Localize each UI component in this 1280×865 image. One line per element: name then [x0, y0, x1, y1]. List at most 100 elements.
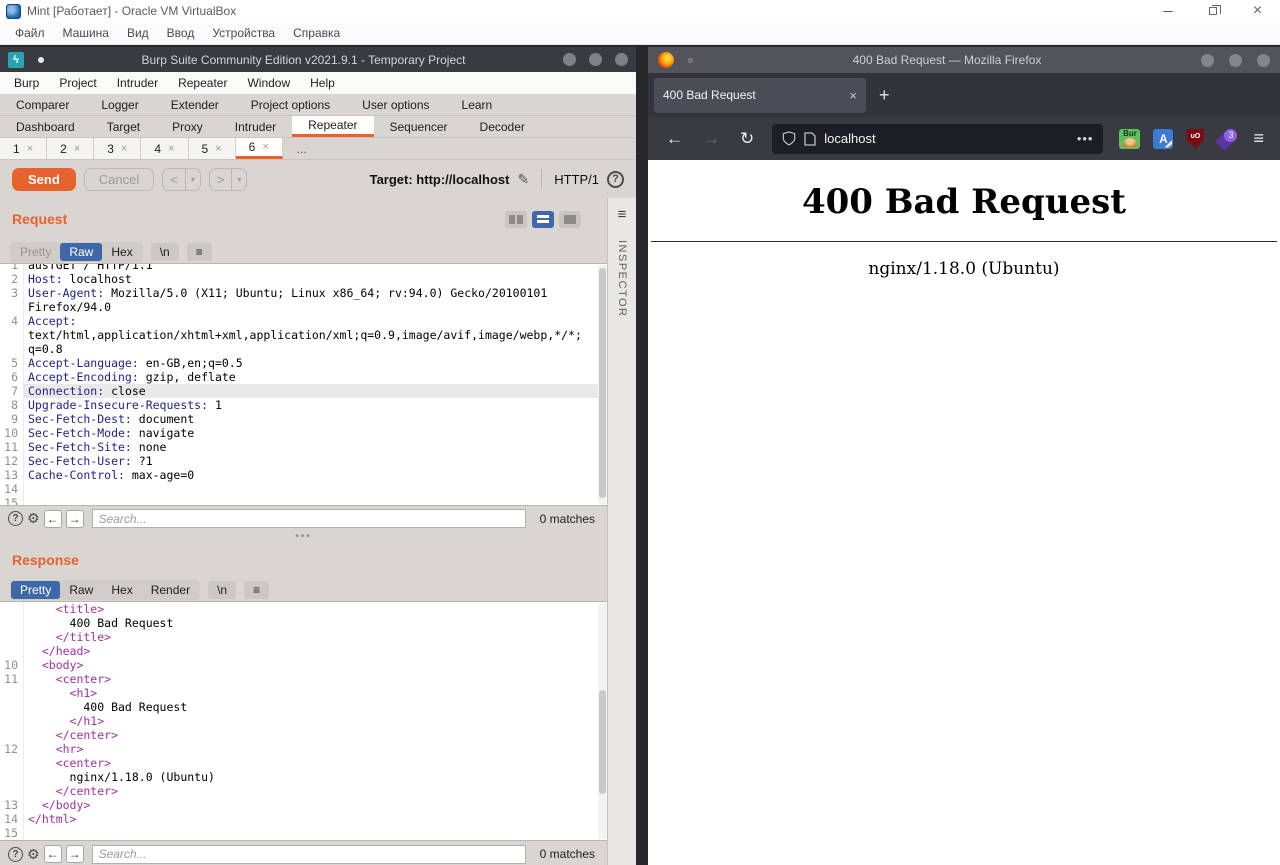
- request-editor[interactable]: 1ausTGET / HTTP/1.12Host: localhost3User…: [0, 263, 607, 506]
- tab-close-icon[interactable]: ×: [843, 88, 857, 103]
- tab-project-options[interactable]: Project options: [235, 94, 346, 115]
- tab-decoder[interactable]: Decoder: [464, 116, 541, 137]
- reload-button[interactable]: ↻: [730, 129, 764, 149]
- tab-close-icon[interactable]: ×: [27, 143, 33, 155]
- containers-extension-icon[interactable]: 3: [1217, 129, 1237, 149]
- tab-intruder[interactable]: Intruder: [219, 116, 292, 137]
- panel-splitter[interactable]: •••: [0, 532, 607, 542]
- gear-icon[interactable]: ⚙: [27, 846, 40, 863]
- tab-learn[interactable]: Learn: [446, 94, 509, 115]
- tab-sequencer[interactable]: Sequencer: [374, 116, 464, 137]
- response-editor[interactable]: <title> 400 Bad Request </title> </head>…: [0, 601, 607, 841]
- newline-toggle-button[interactable]: \n: [208, 581, 236, 599]
- view-tab-raw[interactable]: Raw: [60, 243, 102, 261]
- menu-item-вид[interactable]: Вид: [118, 23, 158, 43]
- minimize-button[interactable]: [1145, 0, 1190, 22]
- tab-logger[interactable]: Logger: [85, 94, 154, 115]
- browser-tab[interactable]: 400 Bad Request ×: [654, 78, 866, 113]
- search-next-button[interactable]: →: [66, 845, 84, 863]
- menu-item-burp[interactable]: Burp: [4, 73, 49, 93]
- url-bar[interactable]: localhost •••: [772, 124, 1103, 154]
- maximize-button[interactable]: [1229, 54, 1242, 67]
- tab-extender[interactable]: Extender: [155, 94, 235, 115]
- search-input[interactable]: [92, 845, 526, 864]
- tab-close-icon[interactable]: ×: [262, 141, 268, 153]
- help-icon[interactable]: ?: [8, 511, 23, 526]
- view-tab-pretty[interactable]: Pretty: [11, 581, 60, 599]
- inspector-sidebar[interactable]: ≡ INSPECTOR: [607, 198, 636, 865]
- layout-single-button[interactable]: [559, 211, 581, 228]
- translate-extension-icon[interactable]: A: [1153, 129, 1173, 149]
- tab-close-icon[interactable]: ×: [215, 143, 221, 155]
- view-tab-render[interactable]: Render: [142, 581, 199, 599]
- inspector-toggle-icon[interactable]: ≡: [618, 207, 627, 222]
- tab-target[interactable]: Target: [91, 116, 156, 137]
- menu-item-intruder[interactable]: Intruder: [107, 73, 168, 93]
- history-back-button[interactable]: < ▾: [162, 168, 201, 191]
- view-tab-hex[interactable]: Hex: [102, 243, 141, 261]
- layout-columns-button[interactable]: [505, 211, 527, 228]
- menu-item-help[interactable]: Help: [300, 73, 345, 93]
- repeater-tab-6[interactable]: 6×: [236, 138, 283, 159]
- history-forward-dropdown[interactable]: ▾: [231, 169, 246, 190]
- new-tab-button[interactable]: +: [866, 85, 903, 106]
- shield-icon[interactable]: [782, 131, 796, 146]
- menu-item-project[interactable]: Project: [49, 73, 106, 93]
- menu-item-файл[interactable]: Файл: [6, 23, 54, 43]
- editor-menu-icon[interactable]: ≡: [187, 243, 212, 261]
- repeater-tab-1[interactable]: 1×: [0, 138, 47, 159]
- repeater-tab-4[interactable]: 4×: [141, 138, 188, 159]
- ublock-extension-icon[interactable]: uO: [1186, 129, 1204, 149]
- view-tab-pretty[interactable]: Pretty: [11, 243, 60, 261]
- repeater-tab-5[interactable]: 5×: [189, 138, 236, 159]
- tab-close-icon[interactable]: ×: [121, 143, 127, 155]
- restore-button[interactable]: [1190, 0, 1235, 22]
- menu-icon[interactable]: ≡: [1245, 128, 1272, 149]
- scrollbar-thumb[interactable]: [599, 268, 606, 498]
- layout-rows-button[interactable]: [532, 211, 554, 228]
- minimize-button[interactable]: [563, 53, 576, 66]
- tab-close-icon[interactable]: ×: [168, 143, 174, 155]
- tab-comparer[interactable]: Comparer: [0, 94, 85, 115]
- history-forward-button[interactable]: > ▾: [209, 168, 248, 191]
- close-button[interactable]: [615, 53, 628, 66]
- gear-icon[interactable]: ⚙: [27, 510, 40, 527]
- tab-repeater[interactable]: Repeater: [292, 116, 373, 137]
- editor-menu-icon[interactable]: ≡: [244, 581, 269, 599]
- menu-item-справка[interactable]: Справка: [284, 23, 349, 43]
- close-button[interactable]: [1257, 54, 1270, 67]
- menu-item-repeater[interactable]: Repeater: [168, 73, 237, 93]
- page-actions-icon[interactable]: •••: [1077, 131, 1094, 146]
- send-button[interactable]: Send: [12, 168, 76, 191]
- menu-item-машина[interactable]: Машина: [54, 23, 118, 43]
- search-next-button[interactable]: →: [66, 510, 84, 528]
- search-input[interactable]: [92, 509, 526, 528]
- help-icon[interactable]: ?: [8, 847, 23, 862]
- view-tab-raw[interactable]: Raw: [60, 581, 102, 599]
- more-tabs-button[interactable]: ...: [283, 138, 321, 159]
- search-prev-button[interactable]: ←: [44, 845, 62, 863]
- menu-item-ввод[interactable]: Ввод: [158, 23, 204, 43]
- tab-user-options[interactable]: User options: [346, 94, 445, 115]
- tab-proxy[interactable]: Proxy: [156, 116, 219, 137]
- history-back-dropdown[interactable]: ▾: [185, 169, 200, 190]
- view-tab-hex[interactable]: Hex: [102, 581, 141, 599]
- cancel-button[interactable]: Cancel: [84, 168, 154, 191]
- response-scrollbar[interactable]: [598, 603, 607, 839]
- search-prev-button[interactable]: ←: [44, 510, 62, 528]
- scrollbar-thumb[interactable]: [599, 690, 606, 794]
- close-button[interactable]: ×: [1235, 0, 1280, 22]
- pencil-icon[interactable]: ✎: [517, 171, 529, 188]
- menu-item-window[interactable]: Window: [237, 73, 300, 93]
- minimize-button[interactable]: [1201, 54, 1214, 67]
- tab-close-icon[interactable]: ×: [74, 143, 80, 155]
- forward-button[interactable]: →: [693, 129, 730, 149]
- foxyproxy-extension-icon[interactable]: Bur: [1119, 129, 1140, 149]
- request-scrollbar[interactable]: [598, 265, 607, 504]
- repeater-tab-2[interactable]: 2×: [47, 138, 94, 159]
- menu-item-устройства[interactable]: Устройства: [203, 23, 284, 43]
- newline-toggle-button[interactable]: \n: [151, 243, 179, 261]
- maximize-button[interactable]: [589, 53, 602, 66]
- page-info-icon[interactable]: [804, 132, 816, 146]
- url-text[interactable]: localhost: [824, 131, 1069, 146]
